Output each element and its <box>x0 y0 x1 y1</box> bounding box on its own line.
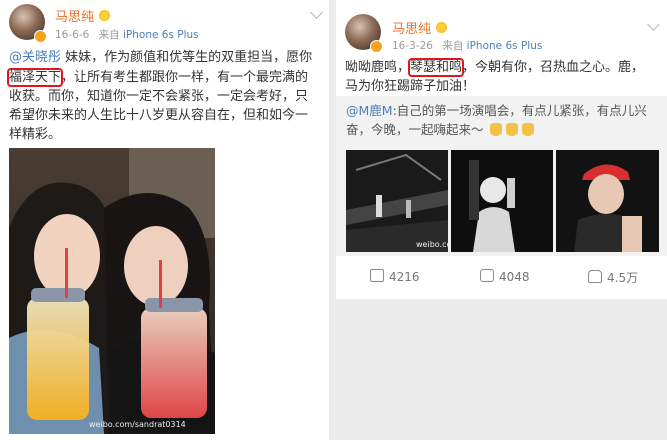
post-meta: 16-3-26 来自 iPhone 6s Plus <box>392 38 542 53</box>
source-prefix: 来自 <box>98 29 120 41</box>
post-text-line: 马为你狂踢蹄子加油！ <box>345 79 476 94</box>
mention-link[interactable]: @关晓彤 <box>9 50 61 65</box>
author-name[interactable]: 马思纯 <box>392 18 431 37</box>
source-prefix: 来自 <box>442 40 464 52</box>
author-name[interactable]: 马思纯 <box>55 6 94 25</box>
chevron-down-icon[interactable] <box>647 18 660 31</box>
retweet-photo-2[interactable] <box>451 150 553 252</box>
photo-image <box>9 148 215 434</box>
post-text-line: ，让所有考生都跟你一样，有一个最完满的 <box>61 70 309 85</box>
concert-image <box>346 150 448 252</box>
repost-icon <box>370 269 384 282</box>
crown-icon <box>436 22 447 33</box>
post-text: @关晓彤 妹妹，作为颜值和优等生的双重担当，愿你 福泽天下，让所有考生都跟你一样… <box>6 48 325 144</box>
action-bar: 4216 4048 4.5万 <box>336 262 667 292</box>
highlighted-phrase: 福泽天下 <box>6 68 64 87</box>
comment-count: 4048 <box>499 270 530 284</box>
rock-hand-emoji-icon <box>505 123 518 136</box>
post-text-line: 希望你未来的人生比十八岁更从容自在，但和如今一 <box>9 108 309 123</box>
rock-hand-emoji-icon <box>489 123 502 136</box>
like-count: 4.5万 <box>607 271 639 285</box>
post-text-part: 呦呦鹿鸣， <box>345 60 411 75</box>
retweet-mention[interactable]: @M鹿M <box>346 103 393 118</box>
comment-button[interactable]: 4048 <box>480 269 530 284</box>
photo-watermark: weibo.com/luhan <box>416 240 448 249</box>
retweet-text-part: 奋，今晚，一起嗨起来～ <box>346 122 484 137</box>
chevron-down-icon[interactable] <box>310 6 323 19</box>
concert-image <box>556 150 659 252</box>
like-button[interactable]: 4.5万 <box>588 269 638 286</box>
verified-badge-icon <box>34 30 47 43</box>
device-link[interactable]: iPhone 6s Plus <box>123 29 199 41</box>
retweet-photo-3[interactable] <box>556 150 659 252</box>
concert-image <box>451 150 553 252</box>
post-meta: 16-6-6 来自 iPhone 6s Plus <box>55 27 199 42</box>
highlighted-phrase: 琴瑟和鸣 <box>408 58 465 77</box>
device-link[interactable]: iPhone 6s Plus <box>467 40 543 52</box>
right-post-card: 马思纯 16-3-26 来自 iPhone 6s Plus 呦呦鹿鸣，琴瑟和鸣，… <box>336 0 667 299</box>
post-photo[interactable]: weibo.com/sandrat0314 <box>9 148 215 434</box>
repost-button[interactable]: 4216 <box>370 269 420 284</box>
post-text-line: 样精彩。 <box>9 127 62 142</box>
comment-icon <box>480 269 494 282</box>
post-text-part: ，今朝有你，召热血之心。鹿， <box>462 60 645 75</box>
post-text-line: 妹妹，作为颜值和优等生的双重担当，愿你 <box>61 50 313 65</box>
crown-icon <box>99 10 110 21</box>
left-post-card: 马思纯 16-6-6 来自 iPhone 6s Plus @关晓彤 妹妹，作为颜… <box>0 0 329 440</box>
retweet-text-part: :自己的第一场演唱会，有点儿紧张，有点儿兴 <box>392 103 647 118</box>
post-date: 16-3-26 <box>392 40 433 52</box>
post-text: 呦呦鹿鸣，琴瑟和鸣，今朝有你，召热血之心。鹿， 马为你狂踢蹄子加油！ <box>345 58 663 96</box>
thumbs-up-icon <box>588 270 602 283</box>
retweet-photo-1[interactable]: weibo.com/luhan <box>346 150 448 252</box>
repost-count: 4216 <box>389 270 420 284</box>
verified-badge-icon <box>370 40 383 53</box>
rock-hand-emoji-icon <box>521 123 534 136</box>
retweet-block[interactable]: @M鹿M:自己的第一场演唱会，有点儿紧张，有点儿兴 奋，今晚，一起嗨起来～ we… <box>336 96 667 256</box>
post-text-line: 收获。而你，知道你一定不会紧张，一定会考好，只 <box>9 89 309 104</box>
retweet-text: @M鹿M:自己的第一场演唱会，有点儿紧张，有点儿兴 奋，今晚，一起嗨起来～ <box>346 101 658 139</box>
photo-watermark: weibo.com/sandrat0314 <box>89 420 186 429</box>
post-date: 16-6-6 <box>55 29 90 41</box>
